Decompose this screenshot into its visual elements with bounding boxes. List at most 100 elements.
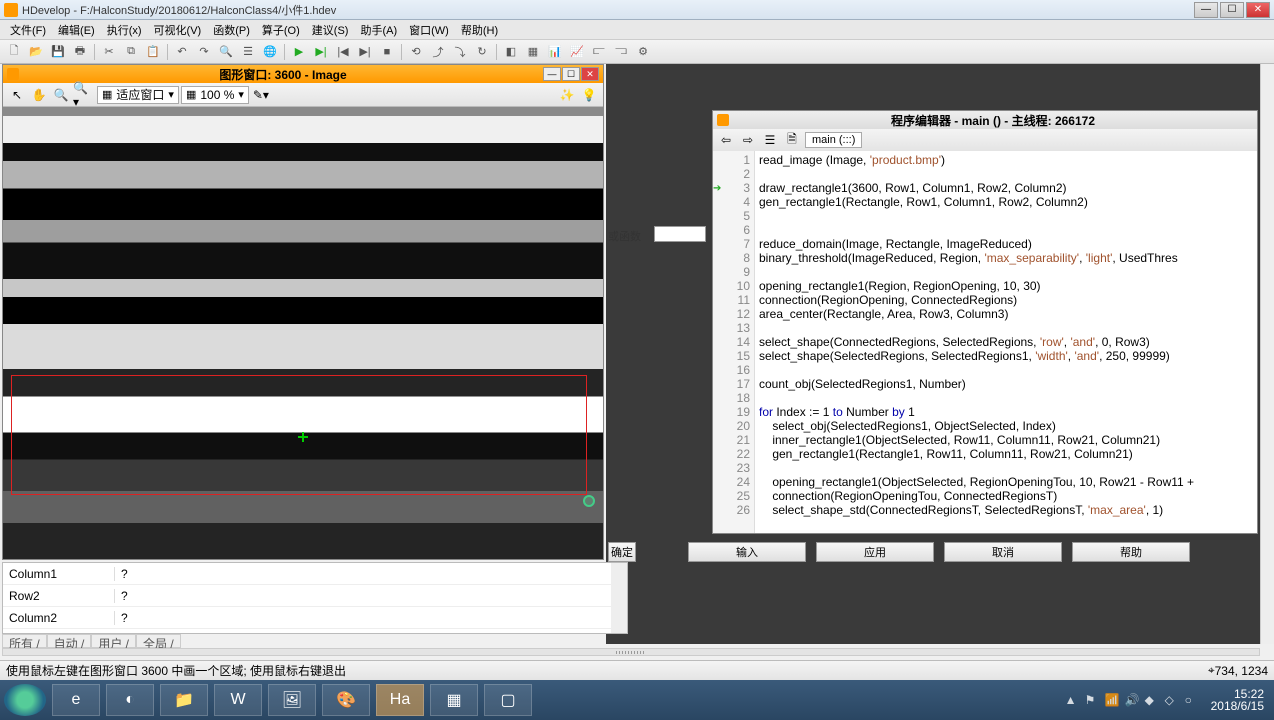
redo-icon[interactable]: ↷ xyxy=(194,42,214,62)
zoom-select[interactable]: ▦ 100 % ▾ xyxy=(181,86,249,104)
taskbar-app3[interactable]: ▢ xyxy=(484,684,532,716)
mdi-scrollbar[interactable] xyxy=(1260,64,1274,644)
function-selector[interactable]: main (:::) xyxy=(805,132,862,148)
win2-icon[interactable]: ▦ xyxy=(523,42,543,62)
reset-icon[interactable]: ⟲ xyxy=(406,42,426,62)
code-icon xyxy=(717,114,729,126)
menu-help[interactable]: 帮助(H) xyxy=(455,20,504,40)
tray-icon[interactable]: ▲ xyxy=(1065,693,1079,707)
gfx-minimize-button[interactable]: — xyxy=(543,67,561,81)
menu-operators[interactable]: 算子(O) xyxy=(256,20,306,40)
nav-back-icon[interactable]: ⇦ xyxy=(717,131,735,149)
maximize-button[interactable]: ☐ xyxy=(1220,2,1244,18)
chart-icon[interactable]: 📊 xyxy=(545,42,565,62)
menu-procedures[interactable]: 函数(P) xyxy=(207,20,256,40)
step-over-icon[interactable]: |◀ xyxy=(333,42,353,62)
variable-tabs: 所有 / 自动 / 用户 / 全局 / xyxy=(2,634,181,648)
menu-suggestions[interactable]: 建议(S) xyxy=(306,20,355,40)
graphics-title: 图形窗口: 3600 - Image xyxy=(23,66,543,83)
cut-icon[interactable]: ✂ xyxy=(99,42,119,62)
gfx-close-button[interactable]: ✕ xyxy=(581,67,599,81)
taskbar-hdevelop[interactable]: Ha xyxy=(376,684,424,716)
run-icon[interactable]: ▶ xyxy=(289,42,309,62)
pointer-icon[interactable]: ↖ xyxy=(7,85,27,105)
props-icon[interactable]: ☰ xyxy=(238,42,258,62)
menu-window[interactable]: 窗口(W) xyxy=(403,20,455,40)
tray-flag-icon[interactable]: ⚑ xyxy=(1085,693,1099,707)
tray-misc-icon[interactable]: ◆ xyxy=(1145,693,1159,707)
vtab-auto[interactable]: 自动 / xyxy=(47,634,92,648)
stop-icon[interactable]: ■ xyxy=(377,42,397,62)
graphics-canvas[interactable] xyxy=(3,107,603,559)
cursor-indicator xyxy=(583,495,595,507)
menu-execute[interactable]: 执行(x) xyxy=(101,20,148,40)
move-icon[interactable]: ✋ xyxy=(29,85,49,105)
open-icon[interactable]: 📂 xyxy=(26,42,46,62)
help-button[interactable]: 帮助 xyxy=(1072,542,1190,562)
taskbar-wps[interactable]: W xyxy=(214,684,262,716)
zoom-icon[interactable]: 🔍 xyxy=(51,85,71,105)
step-icon[interactable]: ▶| xyxy=(311,42,331,62)
taskbar-explorer[interactable]: 📁 xyxy=(160,684,208,716)
menu-file[interactable]: 文件(F) xyxy=(4,20,52,40)
step-into-icon[interactable]: ▶| xyxy=(355,42,375,62)
taskbar-clock[interactable]: 15:22 2018/6/15 xyxy=(1205,688,1270,712)
taskbar-ie[interactable]: e xyxy=(52,684,100,716)
cancel-button[interactable]: 取消 xyxy=(944,542,1062,562)
taskbar-app1[interactable]: ◐ xyxy=(106,684,154,716)
or-function-input[interactable] xyxy=(654,226,706,242)
vtab-global[interactable]: 全局 / xyxy=(136,634,181,648)
chart4-icon[interactable]: ⫎ xyxy=(611,42,631,62)
taskbar-app2[interactable]: ▦ xyxy=(430,684,478,716)
fit-window-select[interactable]: ▦ 适应窗口 ▾ xyxy=(97,86,179,104)
minimize-button[interactable]: — xyxy=(1194,2,1218,18)
wand-icon[interactable]: ✨ xyxy=(557,85,577,105)
light-icon[interactable]: 💡 xyxy=(579,85,599,105)
vtab-all[interactable]: 所有 / xyxy=(2,634,47,648)
paste-icon[interactable]: 📋 xyxy=(143,42,163,62)
taskbar-photos[interactable]: 🖼 xyxy=(268,684,316,716)
tray-misc2-icon[interactable]: ◇ xyxy=(1165,693,1179,707)
taskbar-paint[interactable]: 🎨 xyxy=(322,684,370,716)
splitter-bar[interactable] xyxy=(2,648,1260,656)
code-text-area[interactable]: read_image (Image, 'product.bmp')draw_re… xyxy=(755,151,1257,533)
tray-misc3-icon[interactable]: ○ xyxy=(1185,693,1199,707)
apply-button[interactable]: 应用 xyxy=(816,542,934,562)
brush-icon[interactable]: ✎▾ xyxy=(251,85,271,105)
code-list-icon[interactable]: ☰ xyxy=(761,131,779,149)
clock-date: 2018/6/15 xyxy=(1211,700,1264,712)
menu-assistants[interactable]: 助手(A) xyxy=(354,20,403,40)
chart3-icon[interactable]: ⫍ xyxy=(589,42,609,62)
win1-icon[interactable]: ◧ xyxy=(501,42,521,62)
tool2-icon[interactable]: ⤵ xyxy=(450,42,470,62)
code-body[interactable]: 123➔456789101112131415161718192021222324… xyxy=(713,151,1257,533)
confirm-button[interactable]: 确定 xyxy=(608,542,636,562)
tray-vol-icon[interactable]: 🔊 xyxy=(1125,693,1139,707)
save-icon[interactable]: 💾 xyxy=(48,42,68,62)
code-page-icon[interactable]: 🗎 xyxy=(783,131,801,149)
vars-scrollbar[interactable] xyxy=(611,563,627,633)
new-icon[interactable]: 🗋 xyxy=(4,42,24,62)
zoom2-icon[interactable]: 🔍▾ xyxy=(73,85,93,105)
menu-edit[interactable]: 编辑(E) xyxy=(52,20,101,40)
close-button[interactable]: ✕ xyxy=(1246,2,1270,18)
vtab-user[interactable]: 用户 / xyxy=(91,634,136,648)
find-icon[interactable]: 🔍 xyxy=(216,42,236,62)
settings-icon[interactable]: ⚙ xyxy=(633,42,653,62)
copy-icon[interactable]: ⧉ xyxy=(121,42,141,62)
start-button[interactable] xyxy=(4,684,46,716)
undo-icon[interactable]: ↶ xyxy=(172,42,192,62)
globe-icon[interactable]: 🌐 xyxy=(260,42,280,62)
variables-panel: Column1? Row2? Column2? xyxy=(2,562,628,634)
tool-icon[interactable]: ⤴ xyxy=(428,42,448,62)
app-icon xyxy=(4,3,18,17)
graphics-window: 图形窗口: 3600 - Image — ☐ ✕ ↖ ✋ 🔍 🔍▾ ▦ 适应窗口… xyxy=(2,64,604,560)
print-icon[interactable]: 🖶 xyxy=(70,42,90,62)
tool3-icon[interactable]: ↻ xyxy=(472,42,492,62)
tray-net-icon[interactable]: 📶 xyxy=(1105,693,1119,707)
nav-fwd-icon[interactable]: ⇨ xyxy=(739,131,757,149)
menu-visualize[interactable]: 可视化(V) xyxy=(148,20,208,40)
insert-button[interactable]: 输入 xyxy=(688,542,806,562)
gfx-maximize-button[interactable]: ☐ xyxy=(562,67,580,81)
chart2-icon[interactable]: 📈 xyxy=(567,42,587,62)
